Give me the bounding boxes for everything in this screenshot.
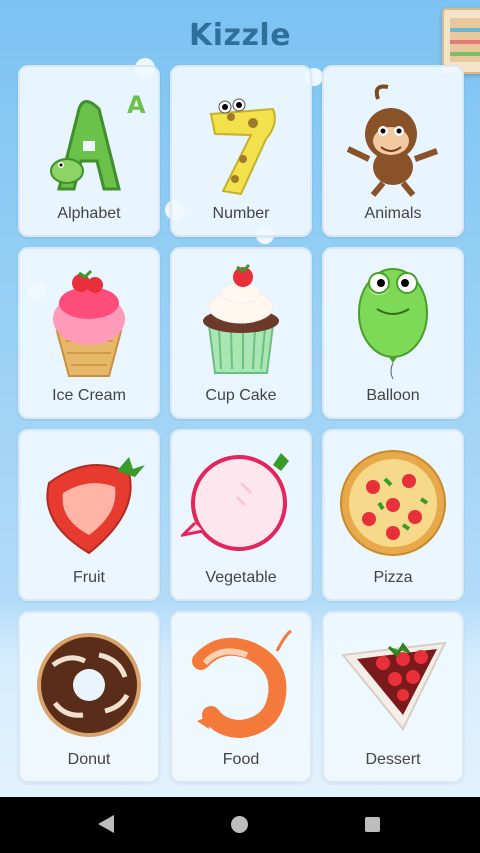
svg-text:A: A	[127, 91, 146, 119]
category-card-alphabet[interactable]: A Alphabet	[18, 65, 160, 237]
category-label: Vegetable	[205, 569, 277, 586]
alphabet-icon: A	[50, 91, 146, 191]
category-card-cupcake[interactable]: Cup Cake	[170, 247, 312, 419]
category-label: Fruit	[73, 569, 105, 586]
category-label: Ice Cream	[52, 387, 126, 404]
category-label: Animals	[364, 205, 422, 222]
category-label: Dessert	[365, 751, 421, 768]
category-card-fruit[interactable]: Fruit	[18, 429, 160, 601]
back-icon[interactable]	[98, 815, 114, 833]
toy-box-icon	[450, 18, 480, 62]
category-label: Balloon	[366, 387, 420, 404]
category-label: Food	[222, 751, 260, 768]
home-icon[interactable]	[231, 816, 248, 833]
recent-apps-icon[interactable]	[365, 817, 380, 832]
category-label: Cup Cake	[205, 387, 277, 404]
category-card-dessert[interactable]: Dessert	[322, 611, 464, 783]
category-card-vegetable[interactable]: Vegetable	[170, 429, 312, 601]
category-label: Alphabet	[57, 205, 121, 222]
category-label: Number	[212, 205, 270, 222]
cupcake-icon	[203, 263, 279, 374]
category-card-number[interactable]: Number	[170, 65, 312, 237]
category-card-donut[interactable]: Donut	[18, 611, 160, 783]
pizza-icon	[340, 450, 446, 556]
number-icon	[209, 98, 276, 196]
radish-icon	[181, 453, 289, 551]
category-card-pizza[interactable]: Pizza	[322, 429, 464, 601]
cake-slice-icon	[341, 641, 447, 731]
category-card-ice-cream[interactable]: Ice Cream	[18, 247, 160, 419]
shrimp-icon	[192, 629, 292, 739]
category-card-balloon[interactable]: Balloon	[322, 247, 464, 419]
strawberry-icon	[46, 457, 145, 555]
category-card-animals[interactable]: Animals	[322, 65, 464, 237]
system-navigation-bar	[0, 797, 480, 853]
category-card-food[interactable]: Food	[170, 611, 312, 783]
category-label: Donut	[67, 751, 111, 768]
category-label: Pizza	[373, 569, 413, 586]
ice-cream-icon	[53, 269, 125, 377]
balloon-icon	[358, 268, 428, 380]
donut-icon	[37, 633, 141, 737]
monkey-icon	[346, 84, 439, 197]
app-title: Kizzle	[188, 18, 292, 53]
